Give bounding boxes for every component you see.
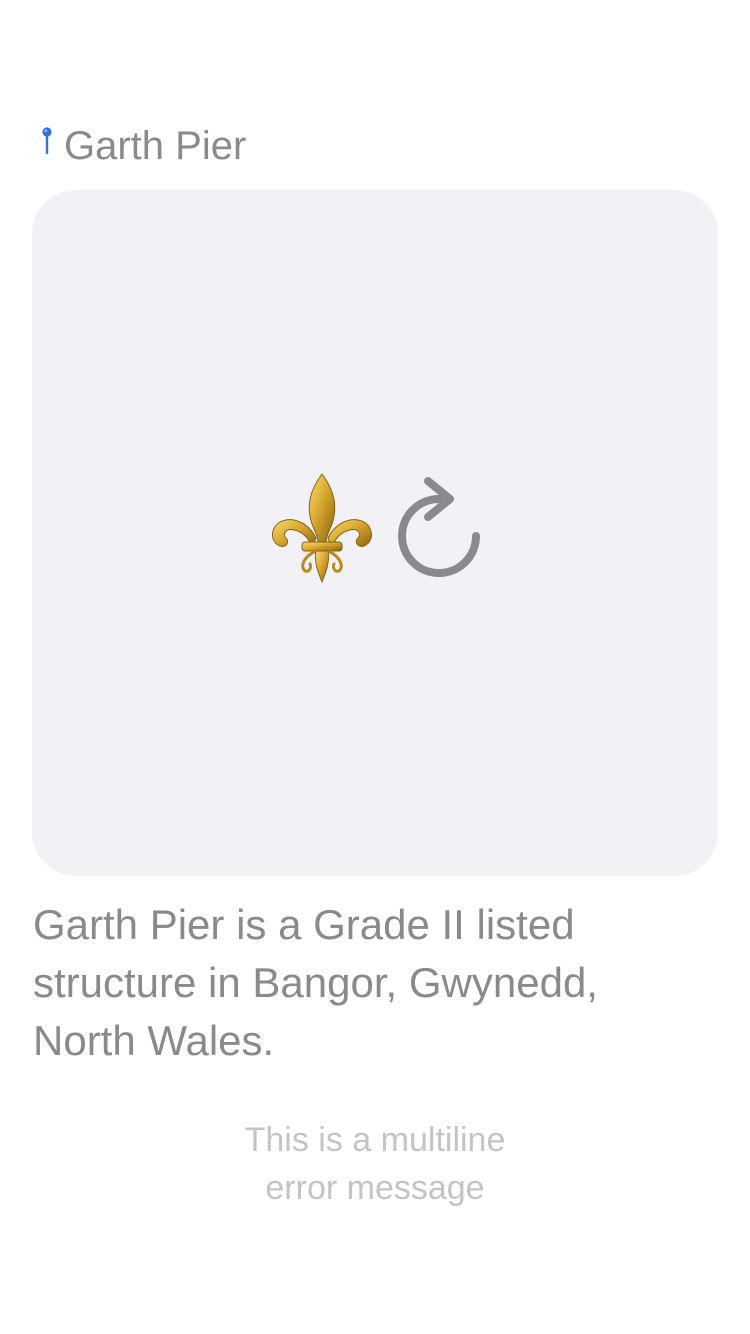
fleur-de-lis-icon — [272, 473, 372, 584]
place-description: Garth Pier is a Grade II listed structur… — [33, 901, 598, 1064]
error-message: This is a multiline error message — [0, 1116, 750, 1212]
location-header: Garth Pier — [40, 120, 246, 172]
image-card[interactable] — [32, 190, 718, 876]
location-pin-icon — [42, 127, 52, 154]
reload-icon[interactable] — [396, 477, 482, 577]
image-placeholder — [32, 190, 718, 876]
error-line: error message — [265, 1169, 485, 1207]
location-title: Garth Pier — [64, 123, 247, 168]
error-line: This is a multiline — [244, 1121, 506, 1159]
